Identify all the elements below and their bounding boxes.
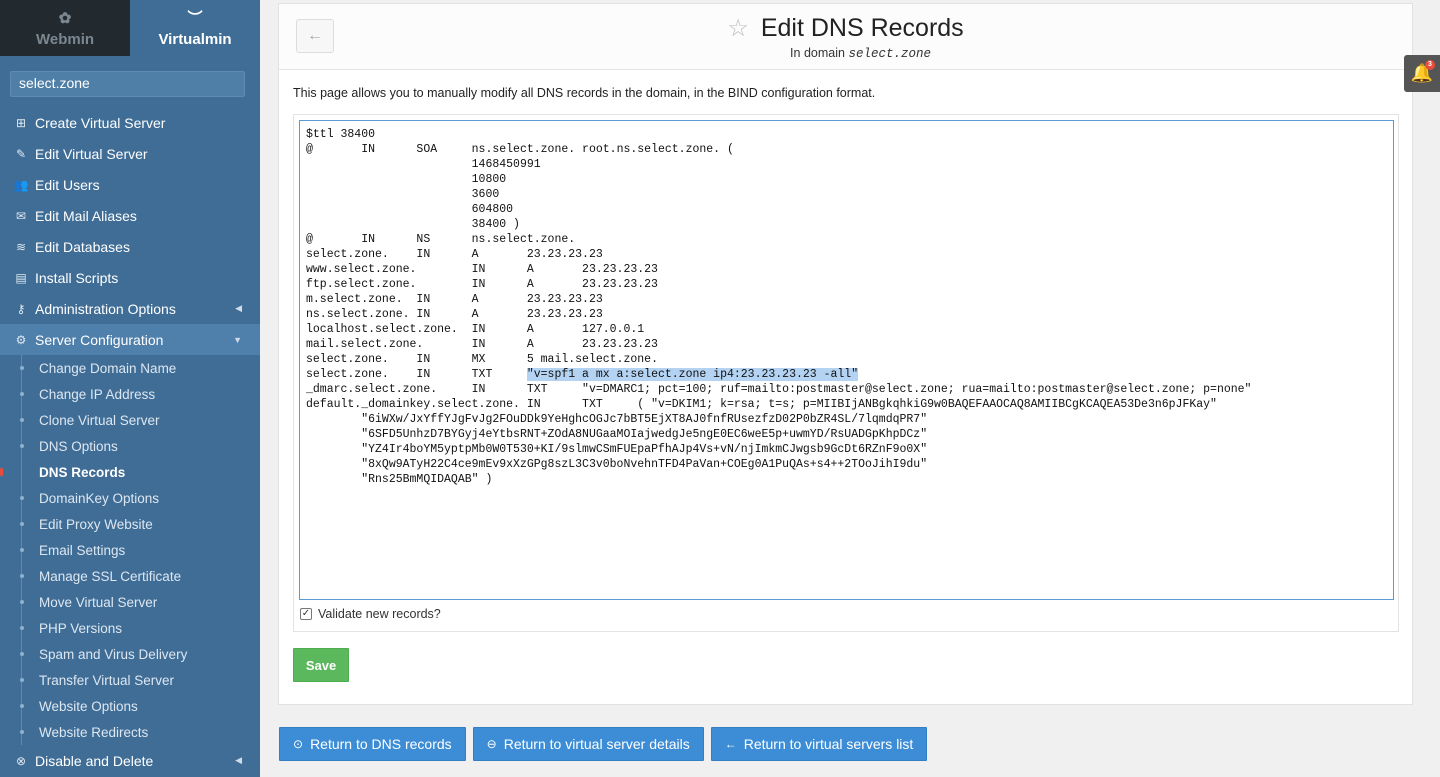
edit-icon: ✎ <box>15 146 27 161</box>
virtualmin-logo-icon: ︶ <box>187 10 203 27</box>
button-label: Return to virtual server details <box>503 736 690 752</box>
validate-checkbox[interactable]: ✓ <box>300 608 312 620</box>
sidebar-item-label: Edit Users <box>35 176 100 193</box>
panel-header: ← ☆ Edit DNS Records In domain select.zo… <box>279 4 1412 70</box>
zone-text-before: $ttl 38400 @ IN SOA ns.select.zone. root… <box>306 128 734 381</box>
users-icon: 👥 <box>13 177 29 192</box>
submenu-php-versions[interactable]: PHP Versions <box>0 615 260 641</box>
tab-webmin-label: Webmin <box>35 31 95 48</box>
submenu-domainkey-options[interactable]: DomainKey Options <box>0 485 260 511</box>
validate-records-option[interactable]: ✓ Validate new records? <box>300 607 441 621</box>
sidebar-item-label: Install Scripts <box>35 269 119 286</box>
page-title-row: ☆ Edit DNS Records <box>727 14 963 43</box>
sidebar-item-install-scripts[interactable]: ▤ Install Scripts <box>0 262 260 293</box>
sidebar-item-server-configuration[interactable]: ⚙ Server Configuration ▼ <box>0 324 260 355</box>
records-form: $ttl 38400 @ IN SOA ns.select.zone. root… <box>293 114 1399 632</box>
sidebar-item-disable-and-delete[interactable]: ⊗ Disable and Delete ◀ <box>0 745 260 776</box>
sidebar-item-label: Disable and Delete <box>35 752 154 769</box>
submenu-email-settings[interactable]: Email Settings <box>0 537 260 563</box>
submenu-edit-proxy-website[interactable]: Edit Proxy Website <box>0 511 260 537</box>
subtitle-domain: select.zone <box>848 47 931 61</box>
sidebar-item-label: Edit Virtual Server <box>35 145 148 162</box>
envelope-icon: ✉ <box>15 208 27 223</box>
arrow-left-icon: ← <box>724 737 737 751</box>
scripts-icon: ▤ <box>15 270 27 285</box>
sidebar-item-label: Server Configuration <box>35 331 164 348</box>
submenu-change-domain-name[interactable]: Change Domain Name <box>0 355 260 381</box>
submenu-manage-ssl-certificate[interactable]: Manage SSL Certificate <box>0 563 260 589</box>
validate-label: Validate new records? <box>318 607 441 621</box>
notifications-button[interactable]: 🔔 3 <box>1404 55 1440 92</box>
submenu-transfer-virtual-server[interactable]: Transfer Virtual Server <box>0 667 260 693</box>
sidebar-item-edit-virtual-server[interactable]: ✎ Edit Virtual Server <box>0 138 260 169</box>
sidebar-item-create-virtual-server[interactable]: ⊞ Create Virtual Server <box>0 107 260 138</box>
caret-down-icon: ▼ <box>233 334 242 345</box>
sidebar-item-edit-databases[interactable]: ≋ Edit Databases <box>0 231 260 262</box>
star-icon[interactable]: ☆ <box>727 14 749 43</box>
arrow-circle-icon: ⊙ <box>293 737 304 751</box>
submenu-website-redirects[interactable]: Website Redirects <box>0 719 260 745</box>
button-label: Return to virtual servers list <box>743 736 914 752</box>
button-label: Return to DNS records <box>310 736 452 752</box>
sidebar-item-label: Edit Databases <box>35 238 130 255</box>
return-to-dns-records-button[interactable]: ⊙ Return to DNS records <box>279 727 466 761</box>
server-configuration-submenu: Change Domain Name Change IP Address Clo… <box>0 355 260 745</box>
sidebar-item-label: Administration Options <box>35 300 176 317</box>
submenu-move-virtual-server[interactable]: Move Virtual Server <box>0 589 260 615</box>
plus-square-icon: ⊞ <box>15 115 27 130</box>
main-panel: ← ☆ Edit DNS Records In domain select.zo… <box>278 3 1413 705</box>
zone-text-selection: "v=spf1 a mx a:select.zone ip4:23.23.23.… <box>526 368 859 381</box>
zone-text-after: _dmarc.select.zone. IN TXT "v=DMARC1; pc… <box>306 383 1252 486</box>
bottom-button-bar: ⊙ Return to DNS records ⊖ Return to virt… <box>279 727 928 761</box>
sidebar-item-label: Edit Mail Aliases <box>35 207 137 224</box>
submenu-clone-virtual-server[interactable]: Clone Virtual Server <box>0 407 260 433</box>
sidebar-item-edit-users[interactable]: 👥 Edit Users <box>0 169 260 200</box>
caret-left-icon: ◀ <box>235 303 242 313</box>
key-icon: ⚷ <box>16 301 26 316</box>
return-to-virtual-server-details-button[interactable]: ⊖ Return to virtual server details <box>472 727 704 761</box>
notification-count-badge: 3 <box>1425 60 1435 70</box>
submenu-dns-options[interactable]: DNS Options <box>0 433 260 459</box>
caret-left-icon: ◀ <box>235 755 242 765</box>
sidebar-item-edit-mail-aliases[interactable]: ✉ Edit Mail Aliases <box>0 200 260 231</box>
sidebar-item-administration-options[interactable]: ⚷ Administration Options ◀ <box>0 293 260 324</box>
cogs-icon: ⚙ <box>15 332 27 347</box>
product-tabs: ✿ Webmin ︶ Virtualmin <box>0 0 260 56</box>
page-description: This page allows you to manually modify … <box>293 86 876 100</box>
page-title: Edit DNS Records <box>760 14 964 42</box>
title-area: ☆ Edit DNS Records In domain select.zone <box>279 14 1412 61</box>
domain-selector[interactable]: select.zone <box>10 71 245 97</box>
arrow-left-circle-icon: ⊖ <box>486 737 497 751</box>
subtitle-prefix: In domain <box>790 46 845 60</box>
submenu-change-ip-address[interactable]: Change IP Address <box>0 381 260 407</box>
sidebar-item-label: Create Virtual Server <box>35 114 166 131</box>
submenu-spam-and-virus-delivery[interactable]: Spam and Virus Delivery <box>0 641 260 667</box>
sidebar: ✿ Webmin ︶ Virtualmin select.zone ⊞ Crea… <box>0 0 260 777</box>
disable-icon: ⊗ <box>15 753 27 768</box>
zone-records-textarea[interactable]: $ttl 38400 @ IN SOA ns.select.zone. root… <box>299 120 1394 600</box>
tab-virtualmin-label: Virtualmin <box>158 31 232 48</box>
submenu-website-options[interactable]: Website Options <box>0 693 260 719</box>
tab-webmin[interactable]: ✿ Webmin <box>0 0 130 56</box>
page-subtitle: In domain select.zone <box>309 46 1412 61</box>
tab-virtualmin[interactable]: ︶ Virtualmin <box>130 0 260 56</box>
webmin-logo-icon: ✿ <box>58 10 72 27</box>
database-icon: ≋ <box>15 239 27 254</box>
submenu-dns-records[interactable]: DNS Records <box>0 459 260 485</box>
save-button[interactable]: Save <box>293 648 349 682</box>
return-to-virtual-servers-list-button[interactable]: ← Return to virtual servers list <box>710 727 928 761</box>
